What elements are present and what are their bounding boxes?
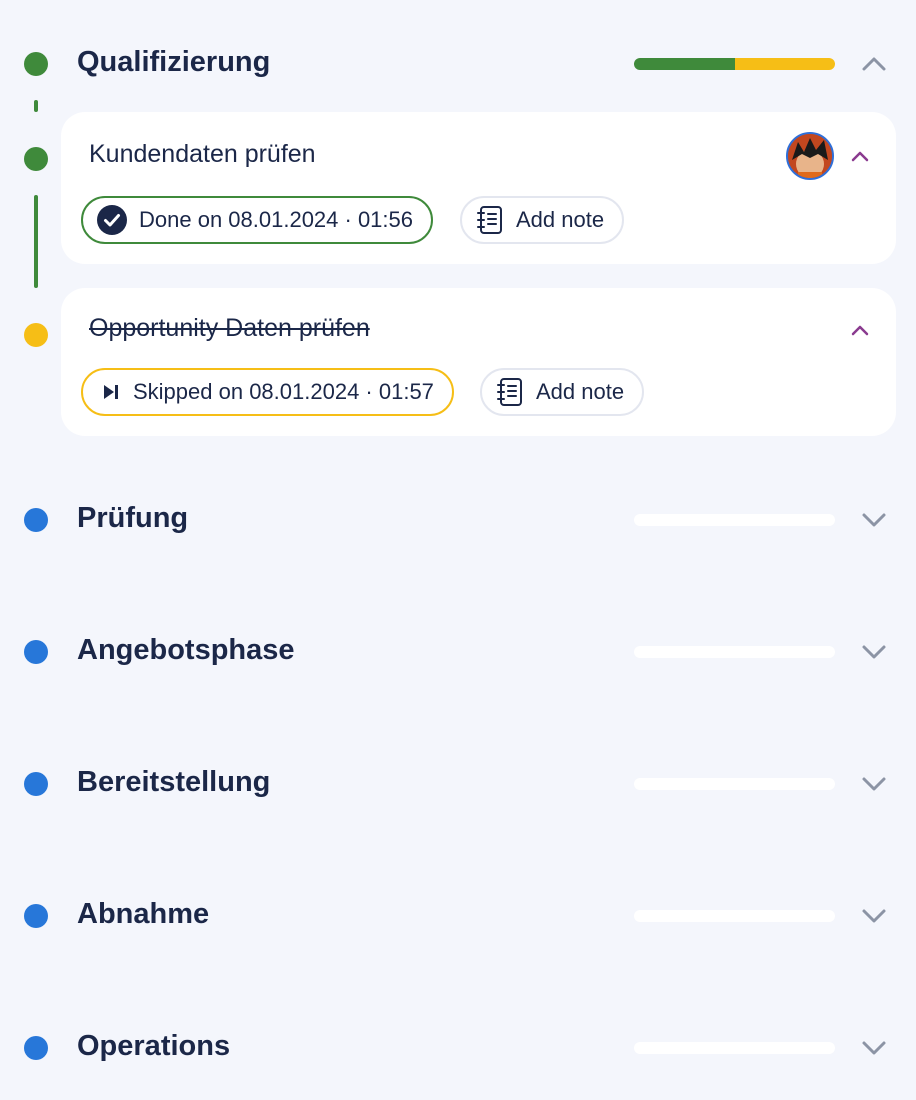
status-label: Done on 08.01.2024 · 01:56 xyxy=(139,207,414,232)
add-note-label: Add note xyxy=(536,379,625,404)
task-card: Kundendaten prüfen Done on 08.01.2024 · … xyxy=(61,112,896,264)
add-note-label: Add note xyxy=(516,207,605,232)
task-title: Kundendaten prüfen xyxy=(89,140,316,168)
task-skipped-status[interactable]: Skipped on 08.01.2024 · 01:57 xyxy=(81,368,454,416)
skip-forward-icon xyxy=(101,382,121,402)
chevron-up-icon[interactable] xyxy=(850,149,870,163)
add-note-button[interactable]: Add note xyxy=(480,368,645,416)
phase-title: Angebotsphase xyxy=(77,634,295,666)
progress-skipped-segment xyxy=(734,58,835,70)
chevron-down-icon[interactable] xyxy=(860,906,888,926)
task-done-status[interactable]: Done on 08.01.2024 · 01:56 xyxy=(81,196,434,244)
phase-status-dot xyxy=(24,904,48,928)
phase-progress-bar xyxy=(634,58,835,70)
task-title: Opportunity Daten prüfen xyxy=(89,314,370,342)
status-label: Skipped on 08.01.2024 · 01:57 xyxy=(133,379,434,404)
phase-status-dot xyxy=(24,640,48,664)
chevron-down-icon[interactable] xyxy=(860,1038,888,1058)
phase-title: Bereitstellung xyxy=(77,766,271,798)
task-status-dot xyxy=(24,323,48,347)
phase-progress-bar xyxy=(634,778,835,790)
timeline-connector xyxy=(34,195,38,288)
phase-status-dot xyxy=(24,508,48,532)
timeline-connector xyxy=(34,100,38,112)
task-card: Opportunity Daten prüfen Skipped on 08.0… xyxy=(61,288,896,436)
assignee-avatar[interactable] xyxy=(786,132,834,180)
phase-title: Abnahme xyxy=(77,898,210,930)
phase-progress-bar xyxy=(634,1042,835,1054)
task-status-dot xyxy=(24,147,48,171)
notebook-icon xyxy=(476,205,504,235)
add-note-button[interactable]: Add note xyxy=(460,196,625,244)
phase-title: Prüfung xyxy=(77,502,189,534)
phase-progress-bar xyxy=(634,910,835,922)
chevron-down-icon[interactable] xyxy=(860,642,888,662)
workflow-timeline: Qualifizierung Kundendaten prüfen Done o… xyxy=(0,0,916,1100)
phase-title: Operations xyxy=(77,1030,231,1062)
phase-status-dot xyxy=(24,1036,48,1060)
chevron-down-icon[interactable] xyxy=(860,510,888,530)
phase-progress-bar xyxy=(634,514,835,526)
phase-status-dot xyxy=(24,772,48,796)
chevron-up-icon[interactable] xyxy=(850,323,870,337)
check-circle-icon xyxy=(97,205,127,235)
progress-done-segment xyxy=(634,58,735,70)
notebook-icon xyxy=(496,377,524,407)
phase-status-dot xyxy=(24,52,48,76)
phase-progress-bar xyxy=(634,646,835,658)
chevron-down-icon[interactable] xyxy=(860,774,888,794)
chevron-up-icon[interactable] xyxy=(860,54,888,74)
phase-title: Qualifizierung xyxy=(77,46,271,78)
